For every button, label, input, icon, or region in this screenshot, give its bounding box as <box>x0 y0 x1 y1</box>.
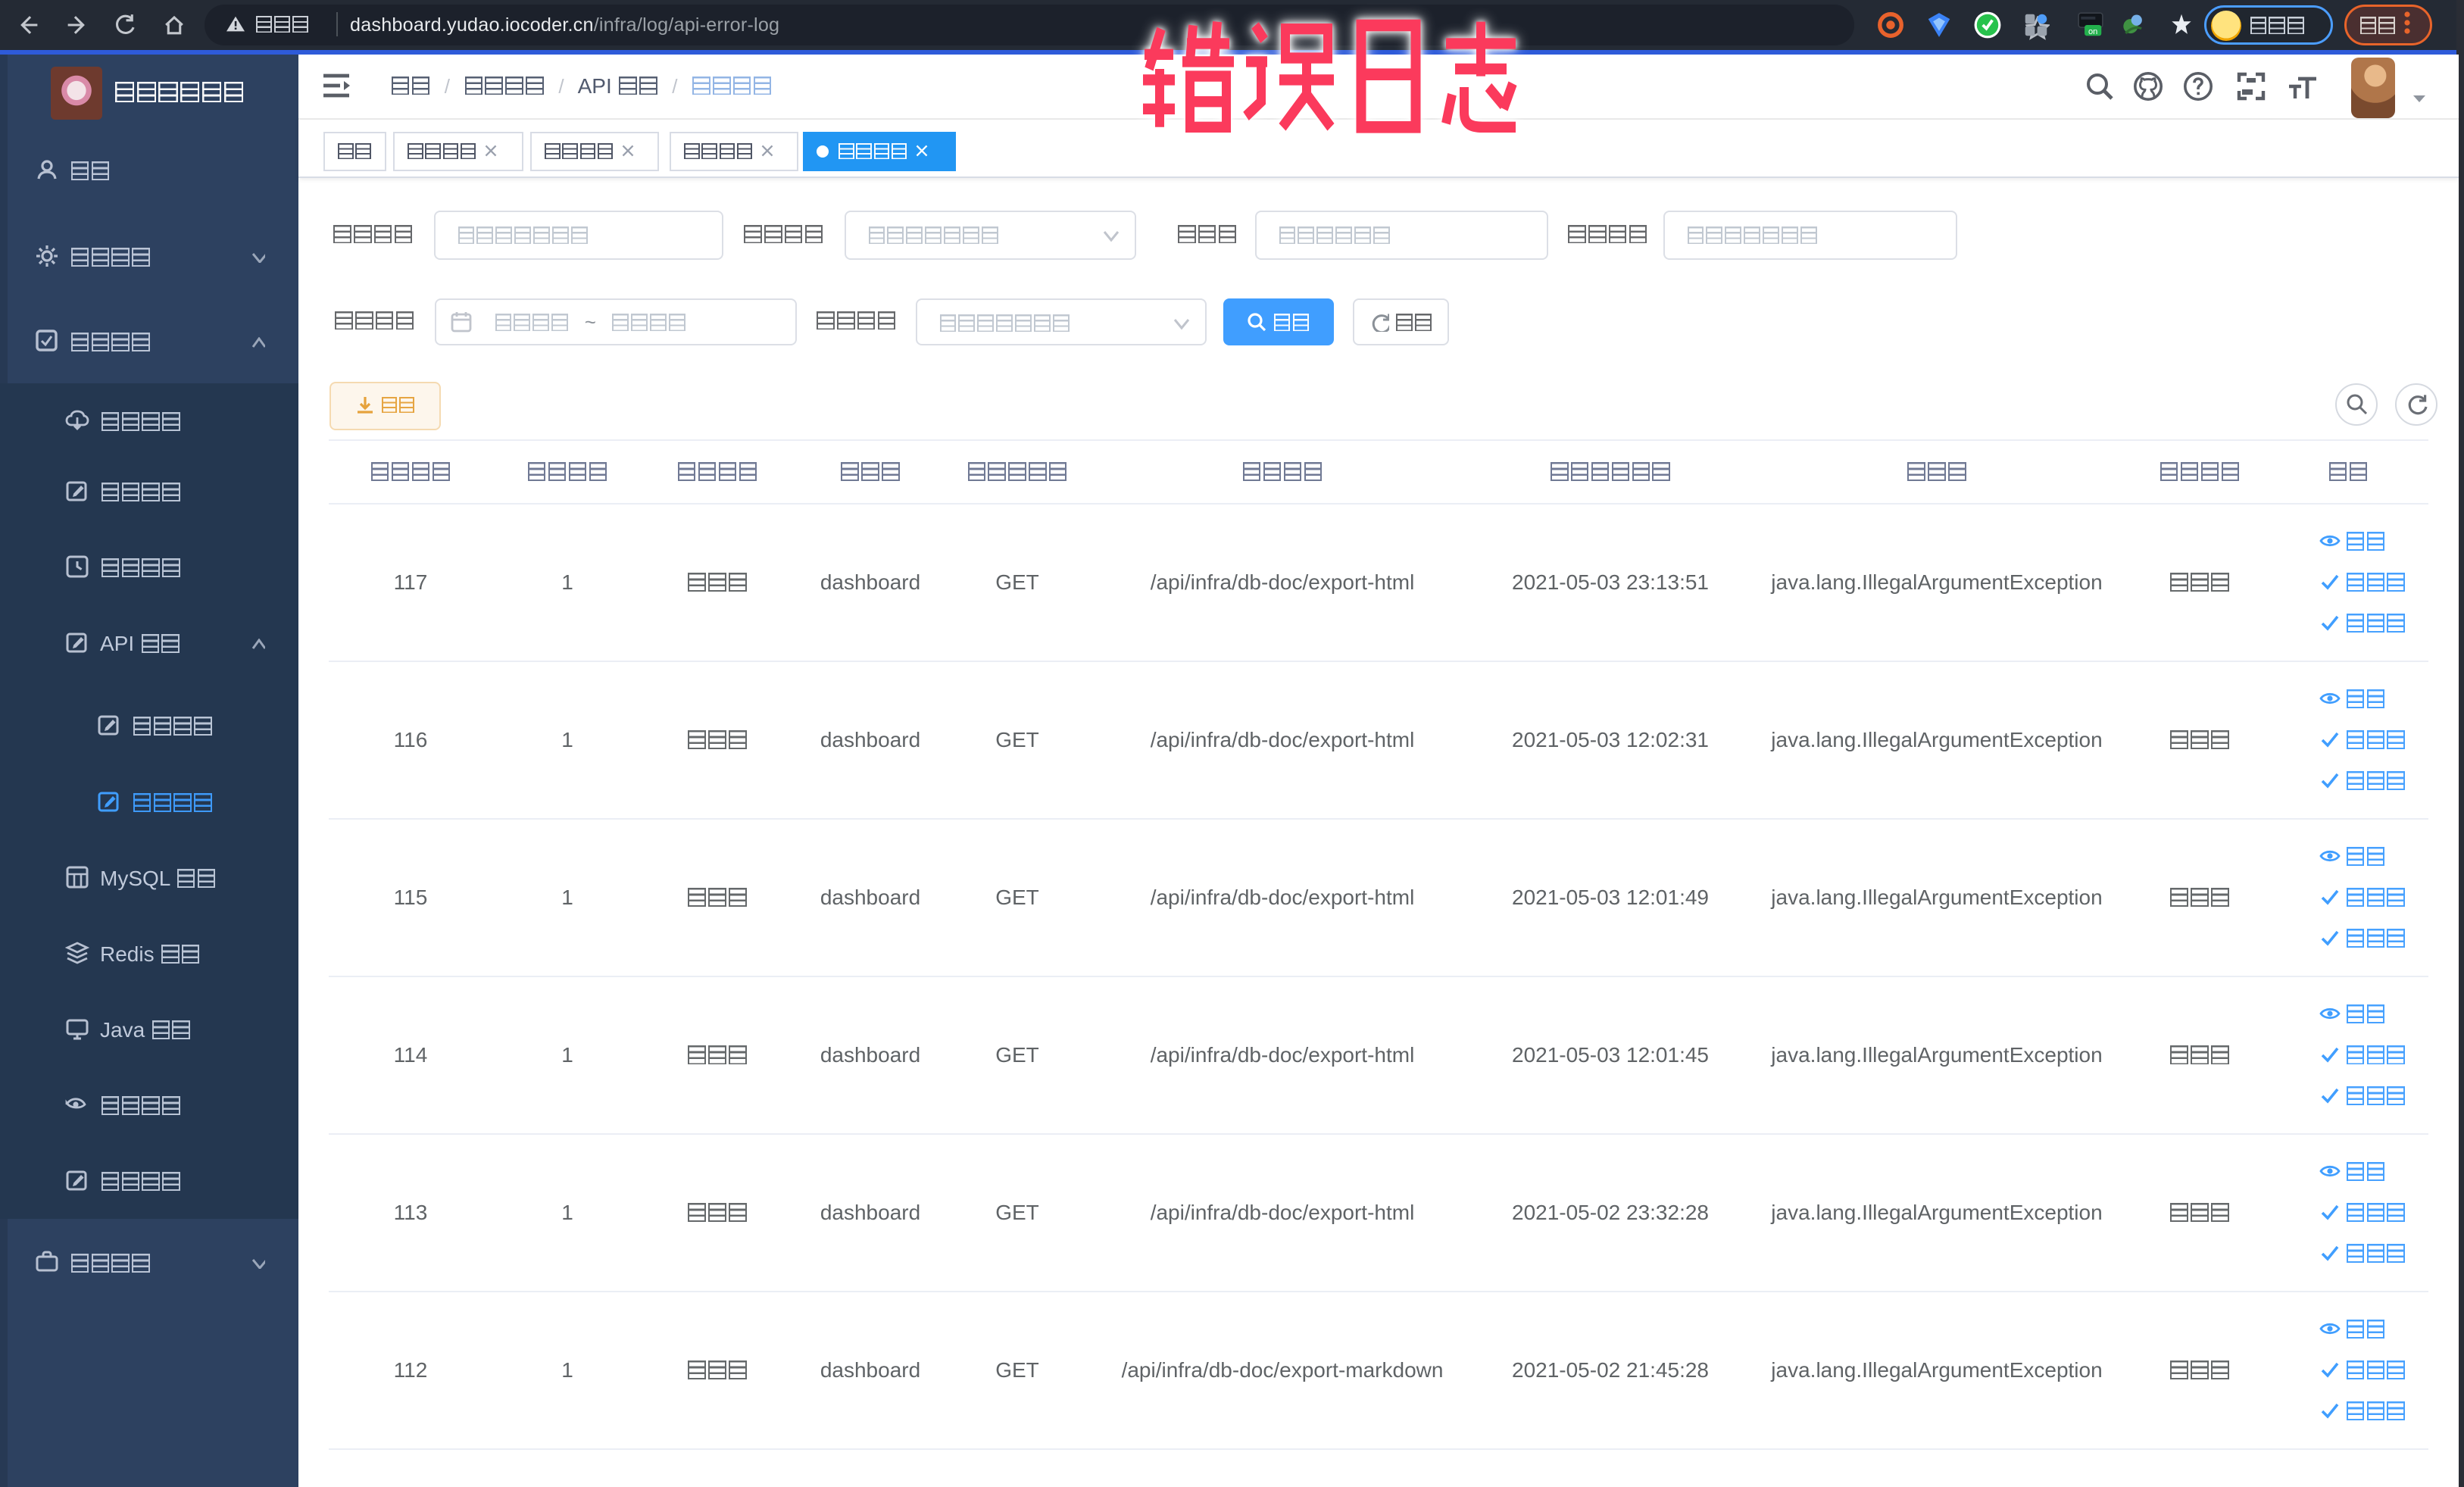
svg-text:on: on <box>2088 27 2097 36</box>
